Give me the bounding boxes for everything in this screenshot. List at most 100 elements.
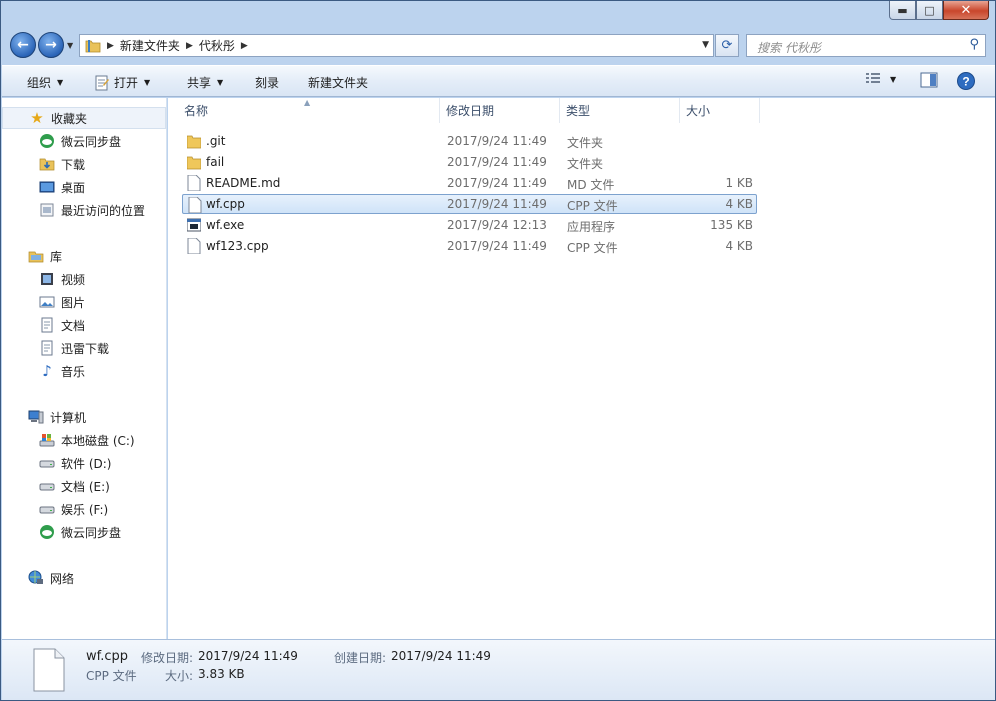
breadcrumb-separator[interactable]: ▶ [107, 41, 114, 51]
sidebar-item-label: 收藏夹 [51, 111, 88, 126]
open-document-icon [95, 75, 109, 90]
help-button[interactable]: ? [956, 71, 976, 91]
file-list: ▲ 名称 修改日期 类型 大小 .git 2017/9/24 11:49 文件夹… [168, 98, 995, 639]
navigation-bar: ← → ▼ ▶ 新建文件夹 ▶ 代秋彤 ▶ ▼ ⟳ 搜索 代秋彤 ⚲ [1, 29, 995, 65]
address-dropdown-icon[interactable]: ▼ [702, 40, 709, 50]
pictures-icon [39, 294, 55, 310]
open-button[interactable]: 打开 ▼ [94, 74, 150, 91]
sidebar-item-videos[interactable]: 视频 [2, 268, 166, 290]
sidebar-item-label: 文档 [61, 318, 86, 333]
back-button[interactable]: ← [10, 32, 36, 58]
share-button[interactable]: 共享 ▼ [187, 74, 223, 91]
organize-label: 组织 [27, 76, 52, 90]
sidebar-item-desktop[interactable]: 桌面 [2, 176, 166, 198]
view-list-icon [866, 73, 880, 83]
back-arrow-icon: ← [17, 37, 29, 53]
sidebar-item-libraries[interactable]: 库 [2, 245, 166, 267]
table-row[interactable]: .git 2017/9/24 11:49 文件夹 [182, 131, 757, 151]
close-button[interactable]: ✕ [943, 1, 989, 20]
breadcrumb-separator[interactable]: ▶ [186, 41, 193, 51]
file-modified: 2017/9/24 11:49 [447, 176, 547, 190]
hard-drive-icon [39, 501, 55, 517]
details-size-value: 3.83 KB [198, 667, 245, 681]
svg-text:?: ? [962, 75, 969, 89]
column-header-name[interactable]: 名称 [178, 98, 440, 123]
table-row[interactable]: fail 2017/9/24 11:49 文件夹 [182, 152, 757, 172]
file-modified: 2017/9/24 11:49 [447, 197, 547, 211]
sidebar-item-thunder-downloads[interactable]: 迅雷下载 [2, 337, 166, 359]
organize-button[interactable]: 组织 ▼ [27, 74, 63, 91]
sidebar-item-label: 微云同步盘 [61, 525, 122, 540]
column-header-modified[interactable]: 修改日期 [440, 98, 560, 123]
address-bar[interactable]: ▶ 新建文件夹 ▶ 代秋彤 ▶ ▼ [79, 34, 714, 57]
search-icon[interactable]: ⚲ [969, 37, 979, 52]
sidebar-item-computer[interactable]: 计算机 [2, 406, 166, 428]
details-modified-label: 修改日期: [141, 651, 194, 665]
minimize-button[interactable]: ▬ [889, 1, 916, 20]
breadcrumb-separator[interactable]: ▶ [241, 41, 248, 51]
sidebar-item-favorites[interactable]: ★ 收藏夹 [2, 107, 166, 129]
file-type: MD 文件 [567, 178, 615, 192]
sidebar-item-weiyun-drive[interactable]: 微云同步盘 [2, 521, 166, 543]
sidebar-item-drive-c[interactable]: 本地磁盘 (C:) [2, 429, 166, 451]
document-icon [187, 238, 201, 254]
burn-button[interactable]: 刻录 [255, 74, 279, 91]
help-icon: ? [957, 72, 975, 90]
document-icon [188, 197, 202, 213]
table-row[interactable]: README.md 2017/9/24 11:49 MD 文件 1 KB [182, 173, 757, 193]
search-input[interactable]: 搜索 代秋彤 ⚲ [746, 34, 986, 57]
system-drive-icon [39, 432, 55, 448]
table-row[interactable]: wf.exe 2017/9/24 12:13 应用程序 135 KB [182, 215, 757, 235]
recent-pages-dropdown[interactable]: ▼ [67, 41, 73, 50]
table-row[interactable]: wf123.cpp 2017/9/24 11:49 CPP 文件 4 KB [182, 236, 757, 256]
preview-pane-button[interactable] [920, 71, 938, 89]
table-row[interactable]: wf.cpp 2017/9/24 11:49 CPP 文件 4 KB [182, 194, 757, 214]
sidebar-item-label: 本地磁盘 (C:) [61, 433, 135, 448]
sidebar-item-documents[interactable]: 文档 [2, 314, 166, 336]
sidebar-item-drive-e[interactable]: 文档 (E:) [2, 475, 166, 497]
details-size-label: 大小: [165, 669, 194, 683]
chevron-down-icon: ▼ [57, 78, 64, 87]
sidebar-item-drive-d[interactable]: 软件 (D:) [2, 452, 166, 474]
exe-icon [187, 218, 201, 232]
file-type: 文件夹 [567, 136, 604, 150]
column-header-type[interactable]: 类型 [560, 98, 680, 123]
details-created-label: 创建日期: [334, 651, 387, 665]
sidebar-item-recent-places[interactable]: 最近访问的位置 [2, 199, 166, 221]
file-size: 1 KB [725, 176, 753, 190]
refresh-icon: ⟳ [721, 38, 733, 53]
sidebar-item-weiyun[interactable]: 微云同步盘 [2, 130, 166, 152]
breadcrumb-item[interactable]: 新建文件夹 [120, 37, 180, 54]
file-size: 4 KB [725, 197, 753, 211]
file-modified: 2017/9/24 11:49 [447, 239, 547, 253]
sidebar-item-network[interactable]: 网络 [2, 567, 166, 589]
file-name: .git [206, 134, 226, 148]
details-pane: wf.cpp CPP 文件 修改日期: 2017/9/24 11:49 创建日期… [2, 639, 995, 700]
file-modified: 2017/9/24 11:49 [447, 155, 547, 169]
file-size: 4 KB [725, 239, 753, 253]
refresh-button[interactable]: ⟳ [715, 34, 739, 57]
documents-icon [39, 317, 55, 333]
breadcrumb-item[interactable]: 代秋彤 [199, 37, 235, 54]
sidebar-item-downloads[interactable]: 下载 [2, 153, 166, 175]
sidebar-item-music[interactable]: ♪ 音乐 [2, 360, 166, 382]
file-type: 文件夹 [567, 157, 604, 171]
column-header-size[interactable]: 大小 [680, 98, 760, 123]
burn-label: 刻录 [255, 76, 280, 90]
file-type: CPP 文件 [567, 199, 618, 213]
sidebar-item-pictures[interactable]: 图片 [2, 291, 166, 313]
sidebar-item-label: 最近访问的位置 [61, 203, 146, 218]
maximize-button[interactable]: □ [916, 1, 943, 20]
chevron-down-icon: ▼ [217, 78, 224, 87]
forward-button[interactable]: → [38, 32, 64, 58]
document-icon [187, 175, 201, 191]
chevron-down-icon: ▼ [144, 78, 151, 87]
sidebar-item-drive-f[interactable]: 娱乐 (F:) [2, 498, 166, 520]
change-view-button[interactable]: ▼ [864, 71, 896, 87]
documents-icon [39, 340, 55, 356]
folder-icon [85, 39, 101, 52]
file-size: 135 KB [710, 218, 753, 232]
document-icon [33, 648, 65, 692]
file-type: 应用程序 [567, 220, 616, 234]
new-folder-button[interactable]: 新建文件夹 [308, 74, 368, 91]
